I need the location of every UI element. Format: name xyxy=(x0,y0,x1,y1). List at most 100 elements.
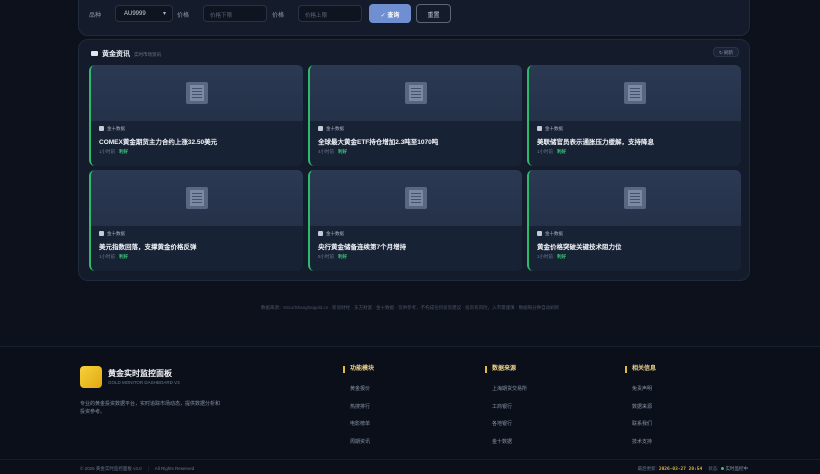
card-time: 1小时前 xyxy=(99,149,116,154)
source-icon xyxy=(537,126,542,131)
source-icon xyxy=(99,231,104,236)
document-icon xyxy=(186,187,208,209)
card-source: 金十数据 xyxy=(537,231,563,237)
card-thumbnail xyxy=(310,170,522,226)
rights-text: All Rights Reserved xyxy=(154,466,195,471)
news-icon xyxy=(91,51,98,56)
footer-link[interactable]: 各地银行 xyxy=(485,420,527,427)
source-icon xyxy=(99,126,104,131)
card-title[interactable]: 黄金价格突破关键技术阻力位 xyxy=(537,241,737,251)
status-dot-icon xyxy=(720,467,724,470)
status-label: 状态: xyxy=(708,466,719,471)
footer-bottom-bar: © 2026 黄金实时监控面板 v3.0 | All Rights Reserved… xyxy=(0,459,820,474)
source-icon xyxy=(537,231,542,236)
separator: | xyxy=(147,466,149,471)
footer-link[interactable]: 周期资讯 xyxy=(343,438,374,445)
document-icon xyxy=(624,187,646,209)
card-thumbnail xyxy=(310,65,522,121)
footer-column-features: 功能模块 黄金报价 热搜排行 电影榜单 周期资讯 xyxy=(343,366,374,445)
footer-link[interactable]: 上海期货交易所 xyxy=(485,385,527,392)
update-label: 最后更新: xyxy=(637,466,657,471)
variety-select[interactable]: AU9999 ▾ xyxy=(115,5,173,22)
footer-column-heading: 相关信息 xyxy=(625,366,656,373)
news-card[interactable]: 金十数据 美元指数回落，支撑黄金价格反弹 1小时前 利好 xyxy=(89,170,303,271)
footer-link[interactable]: 数据来源 xyxy=(625,403,656,410)
brand-description: 专业的黄金投资数据平台，实时追踪市场动态，提供数据分析和投资参考。 xyxy=(80,401,221,415)
data-source-disclaimer: 数据来源：Kitco/Shanghaigold.cn · 新浪财经 · 东方财富… xyxy=(260,305,560,310)
card-meta: 1小时前 利好 xyxy=(99,254,128,260)
card-tag: 利好 xyxy=(119,149,129,154)
card-source: 金十数据 xyxy=(99,126,125,132)
news-card[interactable]: 金十数据 央行黄金储备连续第7个月增持 8小时前 利好 xyxy=(308,170,522,271)
copyright: © 2026 黄金实时监控面板 v3.0 | All Rights Reserved xyxy=(80,466,194,472)
news-card[interactable]: 金十数据 美联储官员表示通胀压力缓解，支持降息 1小时前 利好 xyxy=(527,65,741,166)
update-time: 2026-03-27 20:54 xyxy=(658,467,703,472)
footer-link[interactable]: 免责声明 xyxy=(625,385,656,392)
card-source: 金十数据 xyxy=(318,231,344,237)
copyright-text: © 2026 黄金实时监控面板 v3.0 xyxy=(80,466,142,471)
footer-link[interactable]: 金十数据 xyxy=(485,438,527,445)
document-icon xyxy=(624,82,646,104)
card-title[interactable]: COMEX黄金期货主力合约上涨32.50美元 xyxy=(99,136,299,146)
gold-logo xyxy=(80,366,102,388)
card-thumbnail xyxy=(529,170,741,226)
footer-column-heading: 功能模块 xyxy=(343,366,374,373)
news-card[interactable]: 金十数据 全球最大黄金ETF持仓增加2.3吨至1070吨 4小时前 利好 xyxy=(308,65,522,166)
brand-subtitle: GOLD MONITOR DASHBOARD V3 xyxy=(108,380,180,385)
min-price-label: 价格 xyxy=(177,13,190,19)
news-card[interactable]: 金十数据 黄金价格突破关键技术阻力位 1小时前 利好 xyxy=(527,170,741,271)
card-time: 4小时前 xyxy=(318,149,335,154)
footer-column-heading: 数据来源 xyxy=(485,366,527,373)
footer-link[interactable]: 技术支持 xyxy=(625,438,656,445)
card-meta: 4小时前 利好 xyxy=(318,149,347,155)
card-tag: 利好 xyxy=(338,149,348,154)
card-title[interactable]: 美元指数回落，支撑黄金价格反弹 xyxy=(99,241,299,251)
footer-link[interactable]: 电影榜单 xyxy=(343,420,374,427)
news-header: 黄金资讯 实时市场资讯 xyxy=(91,49,161,59)
card-time: 1小时前 xyxy=(99,254,116,259)
footer-column-info: 相关信息 免责声明 数据来源 联系我们 技术支持 xyxy=(625,366,656,445)
card-title[interactable]: 全球最大黄金ETF持仓增加2.3吨至1070吨 xyxy=(318,136,518,146)
document-icon xyxy=(405,187,427,209)
document-icon xyxy=(405,82,427,104)
card-title[interactable]: 央行黄金储备连续第7个月增持 xyxy=(318,241,518,251)
card-time: 8小时前 xyxy=(318,254,335,259)
footer-link[interactable]: 黄金报价 xyxy=(343,385,374,392)
query-button[interactable]: ✓ 查询 xyxy=(369,4,411,23)
footer-link[interactable]: 联系我们 xyxy=(625,420,656,427)
filter-panel: 品种 AU9999 ▾ 价格 价格下限 价格 价格上限 ✓ 查询 重置 xyxy=(78,0,750,36)
card-time: 1小时前 xyxy=(537,254,554,259)
card-title[interactable]: 美联储官员表示通胀压力缓解，支持降息 xyxy=(537,136,737,146)
max-price-input[interactable]: 价格上限 xyxy=(298,5,362,22)
variety-label: 品种 xyxy=(89,13,102,19)
document-icon xyxy=(186,82,208,104)
card-tag: 利好 xyxy=(557,254,567,259)
card-source-label: 金十数据 xyxy=(326,126,344,131)
footer: 黄金实时监控面板 GOLD MONITOR DASHBOARD V3 专业的黄金… xyxy=(0,346,820,474)
card-meta: 1小时前 利好 xyxy=(537,149,566,155)
card-source-label: 金十数据 xyxy=(107,126,125,131)
card-source: 金十数据 xyxy=(99,231,125,237)
card-source-label: 金十数据 xyxy=(107,231,125,236)
card-source-label: 金十数据 xyxy=(545,231,563,236)
card-meta: 8小时前 利好 xyxy=(318,254,347,260)
source-icon xyxy=(318,231,323,236)
card-source-label: 金十数据 xyxy=(545,126,563,131)
card-meta: 1小时前 利好 xyxy=(99,149,128,155)
card-time: 1小时前 xyxy=(537,149,554,154)
news-card[interactable]: 金十数据 COMEX黄金期货主力合约上涨32.50美元 1小时前 利好 xyxy=(89,65,303,166)
card-source: 金十数据 xyxy=(318,126,344,132)
footer-link[interactable]: 工商银行 xyxy=(485,403,527,410)
news-panel: 黄金资讯 实时市场资讯 ↻ 刷新 金十数据 COMEX黄金期货主力合约上涨32.5… xyxy=(78,39,750,281)
card-meta: 1小时前 利好 xyxy=(537,254,566,260)
footer-column-sources: 数据来源 上海期货交易所 工商银行 各地银行 金十数据 xyxy=(485,366,527,445)
chevron-down-icon: ▾ xyxy=(162,11,166,17)
footer-link[interactable]: 热搜排行 xyxy=(343,403,374,410)
min-price-input[interactable]: 价格下限 xyxy=(203,5,267,22)
card-tag: 利好 xyxy=(557,149,567,154)
card-tag: 利好 xyxy=(119,254,129,259)
refresh-button[interactable]: ↻ 刷新 xyxy=(712,47,739,57)
reset-button[interactable]: 重置 xyxy=(416,4,451,23)
card-thumbnail xyxy=(91,170,303,226)
card-thumbnail xyxy=(91,65,303,121)
